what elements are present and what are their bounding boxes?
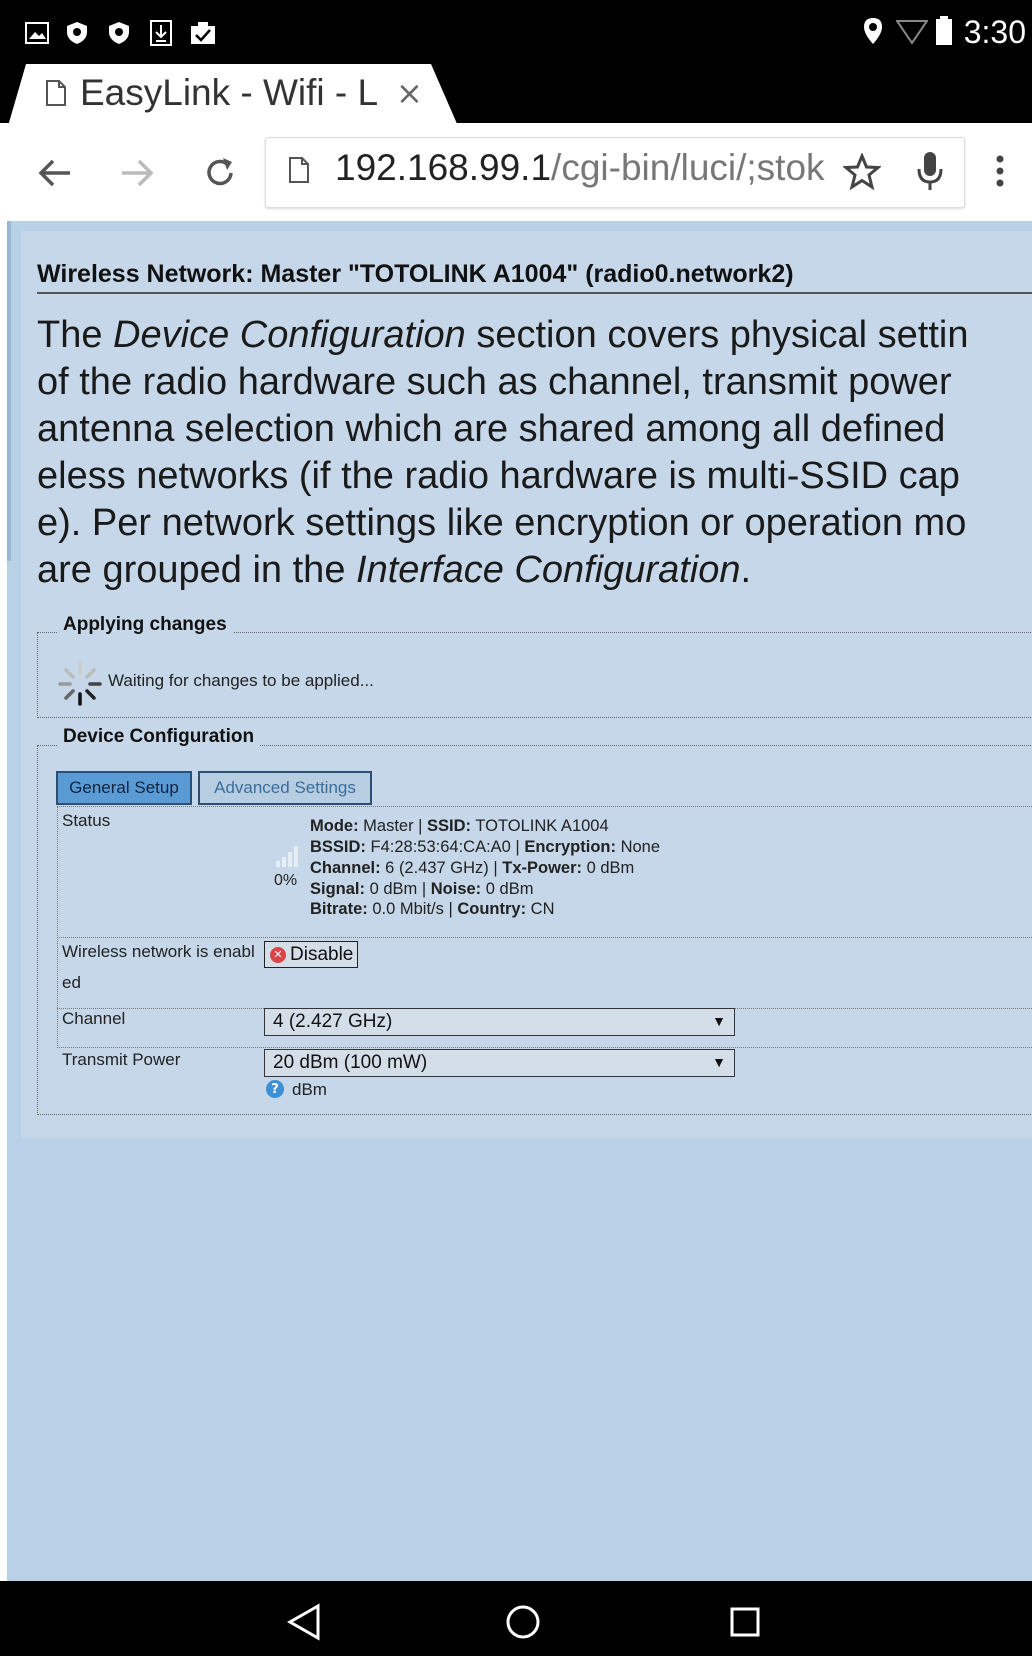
- bookmark-star-icon[interactable]: [842, 152, 882, 191]
- recents-square-icon[interactable]: [725, 1602, 765, 1642]
- status-signal-line: Signal: 0 dBm | Noise: 0 dBm: [310, 880, 534, 898]
- overflow-menu-icon[interactable]: [990, 153, 1010, 191]
- applying-changes-legend: Applying changes: [57, 614, 233, 636]
- disable-button-label: Disable: [290, 943, 354, 965]
- status-label: Status: [62, 811, 111, 830]
- tab-general-setup[interactable]: General Setup: [56, 771, 192, 805]
- location-icon: [860, 18, 886, 44]
- reload-button[interactable]: [195, 148, 245, 198]
- tab-advanced-settings[interactable]: Advanced Settings: [198, 771, 372, 805]
- row-separator: [57, 1047, 1032, 1048]
- loading-spinner-icon: [56, 660, 104, 708]
- heading-divider: [37, 292, 1032, 294]
- page-edge: [0, 221, 7, 1581]
- tab-title: EasyLink - Wifi - L: [80, 72, 379, 113]
- shield-icon: [106, 20, 132, 46]
- signal-percent: 0%: [274, 872, 298, 889]
- disable-button[interactable]: ✕ Disable: [264, 941, 358, 968]
- url-host: 192.168.99.1: [335, 147, 552, 188]
- clipboard-check-icon: [190, 20, 216, 46]
- row-separator: [57, 937, 1032, 938]
- signal-bars-icon: [276, 845, 300, 867]
- back-triangle-icon[interactable]: [284, 1602, 324, 1642]
- scroll-indicator[interactable]: [7, 221, 11, 561]
- close-icon: ✕: [270, 946, 286, 963]
- status-bssid-line: BSSID: F4:28:53:64:CA:A0 | Encryption: N…: [310, 838, 661, 856]
- status-bar: 3:30: [0, 0, 1032, 64]
- tab-close-icon[interactable]: ×: [396, 74, 423, 112]
- wifi-icon: [896, 18, 928, 45]
- wireless-enabled-label: Wireless network is enabl: [62, 942, 255, 961]
- transmit-power-unit: dBm: [292, 1080, 327, 1099]
- device-configuration-legend: Device Configuration: [57, 726, 261, 748]
- status-bitrate-line: Bitrate: 0.0 Mbit/s | Country: CN: [310, 900, 555, 918]
- back-button[interactable]: [30, 148, 80, 198]
- page-info-icon[interactable]: [289, 157, 309, 185]
- dropdown-arrow-icon: ▼: [712, 1013, 726, 1029]
- dropdown-arrow-icon: ▼: [712, 1054, 726, 1070]
- download-icon: [148, 20, 174, 46]
- microphone-icon[interactable]: [915, 150, 945, 192]
- description: The Device Configuration section covers …: [37, 314, 969, 591]
- arrow-right-icon: [122, 159, 154, 187]
- transmit-power-value: 20 dBm (100 mW): [273, 1052, 428, 1073]
- applying-status-text: Waiting for changes to be applied...: [108, 671, 374, 690]
- channel-value: 4 (2.427 GHz): [273, 1011, 393, 1032]
- image-icon: [24, 20, 50, 46]
- wireless-enabled-label-wrap: ed: [62, 973, 81, 992]
- battery-icon: [934, 16, 954, 45]
- home-circle-icon[interactable]: [503, 1602, 543, 1642]
- channel-select[interactable]: 4 (2.427 GHz) ▼: [264, 1008, 735, 1036]
- forward-button[interactable]: [112, 148, 162, 198]
- table-border: [57, 806, 58, 1046]
- status-mode-line: Mode: Master | SSID: TOTOLINK A1004: [310, 817, 609, 835]
- clock: 3:30: [963, 14, 1026, 50]
- status-channel-line: Channel: 6 (2.437 GHz) | Tx-Power: 0 dBm: [310, 859, 635, 877]
- row-separator: [57, 806, 1032, 807]
- reload-icon: [207, 158, 233, 186]
- page-title: Wireless Network: Master "TOTOLINK A1004…: [37, 260, 794, 288]
- page-icon: [46, 80, 66, 106]
- help-icon[interactable]: ?: [266, 1080, 284, 1098]
- url-text: 192.168.99.1/cgi-bin/luci/;stok: [335, 147, 835, 189]
- channel-label: Channel: [62, 1009, 126, 1028]
- transmit-power-label: Transmit Power: [62, 1050, 181, 1069]
- arrow-left-icon: [38, 159, 70, 187]
- shield-icon: [64, 20, 90, 46]
- transmit-power-select[interactable]: 20 dBm (100 mW) ▼: [264, 1049, 735, 1077]
- url-path: /cgi-bin/luci/;stok: [551, 147, 825, 188]
